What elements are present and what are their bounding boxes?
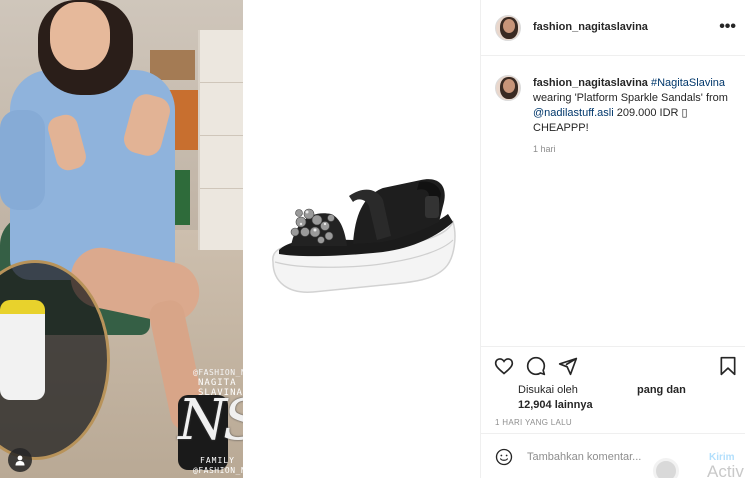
caption-exclaim: CHEAPPP! bbox=[533, 122, 589, 134]
sneaker-on-table bbox=[0, 300, 45, 400]
caption-username[interactable]: fashion_nagitaslavina bbox=[533, 77, 648, 89]
save-button[interactable] bbox=[717, 355, 739, 377]
watermark-handle-bottom: @FASHION_NAGITASLAVINA bbox=[193, 466, 243, 475]
heart-icon bbox=[494, 358, 514, 375]
person-arm bbox=[0, 110, 45, 210]
comment-icon bbox=[526, 356, 546, 376]
activate-windows-watermark: Activ bbox=[707, 462, 744, 478]
person-face bbox=[50, 2, 110, 70]
comment-bar: Kirim Activ bbox=[481, 433, 745, 478]
emoji-icon[interactable] bbox=[495, 448, 513, 466]
sandal-product-image bbox=[272, 179, 456, 293]
post-sidebar: fashion_nagitaslavina ••• fashion_nagita… bbox=[480, 0, 745, 478]
post-header: fashion_nagitaslavina ••• bbox=[481, 0, 745, 56]
camera-icon bbox=[653, 458, 679, 478]
share-button[interactable] bbox=[557, 355, 579, 377]
comment-button[interactable] bbox=[525, 355, 547, 377]
caption-price: 209.000 IDR ▯ bbox=[613, 107, 688, 119]
likes-count[interactable]: 12,904 lainnya bbox=[518, 399, 593, 411]
bookmark-icon bbox=[720, 356, 736, 376]
watermark-monogram: NS bbox=[178, 388, 243, 453]
user-tag-button[interactable] bbox=[8, 448, 32, 472]
like-button[interactable] bbox=[493, 355, 515, 377]
avatar[interactable] bbox=[495, 75, 521, 101]
caption-mention[interactable]: @nadilastuff.asli bbox=[533, 107, 614, 119]
likes-names-text[interactable]: pang dan bbox=[637, 384, 686, 396]
caption-text: fashion_nagitaslavina #NagitaSlavina wea… bbox=[533, 76, 738, 136]
background-cabinet bbox=[198, 30, 243, 250]
user-tag-icon bbox=[15, 455, 25, 466]
likes-names: pang dan bbox=[637, 384, 686, 396]
photo-right-product bbox=[243, 0, 480, 478]
caption-section: fashion_nagitaslavina #NagitaSlavina wea… bbox=[481, 56, 745, 346]
caption-hashtag[interactable]: #NagitaSlavina bbox=[651, 77, 725, 89]
header-username[interactable]: fashion_nagitaslavina bbox=[533, 21, 648, 33]
post-media[interactable]: @FASHION_NAGITASLAVINA NAGITA SLAVINA NS… bbox=[0, 0, 480, 478]
caption-body: wearing 'Platform Sparkle Sandals' from bbox=[533, 92, 728, 104]
share-icon bbox=[558, 357, 578, 376]
watermark-family: FAMILY bbox=[200, 456, 235, 465]
caption-time[interactable]: 1 hari bbox=[533, 144, 556, 154]
post-timestamp[interactable]: 1 HARI YANG LALU bbox=[495, 418, 572, 427]
watermark-handle-top: @FASHION_NAGITASLAVINA bbox=[193, 368, 243, 377]
more-options-icon[interactable]: ••• bbox=[719, 18, 736, 36]
avatar[interactable] bbox=[495, 15, 521, 41]
likes-label: Disukai oleh bbox=[518, 384, 578, 396]
photo-left-person: @FASHION_NAGITASLAVINA NAGITA SLAVINA NS… bbox=[0, 0, 243, 478]
